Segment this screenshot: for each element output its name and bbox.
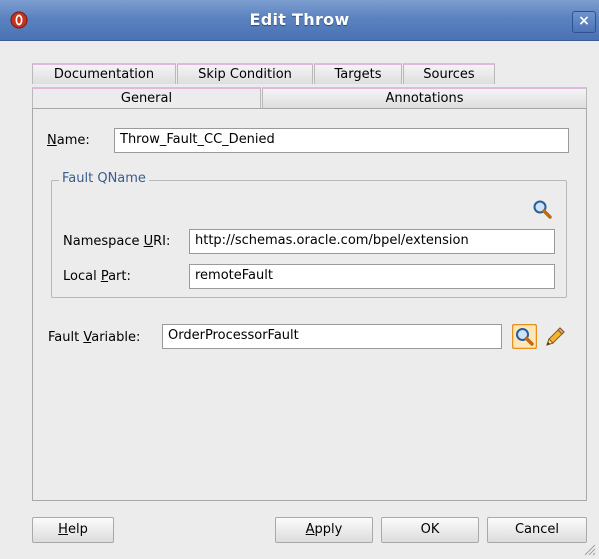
- tab-documentation[interactable]: Documentation: [32, 63, 176, 84]
- search-icon[interactable]: [531, 198, 553, 220]
- local-part-mnemonic: P: [100, 269, 109, 284]
- tab-sources[interactable]: Sources: [403, 63, 495, 84]
- cancel-button[interactable]: Cancel: [487, 517, 587, 543]
- namespace-uri-field[interactable]: http://schemas.oracle.com/bpel/extension: [189, 229, 555, 254]
- help-button[interactable]: Help: [32, 517, 114, 543]
- ok-button[interactable]: OK: [381, 517, 479, 543]
- fault-variable-mnemonic: V: [83, 330, 92, 345]
- tab-general[interactable]: General: [32, 87, 261, 109]
- name-field[interactable]: Throw_Fault_CC_Denied: [114, 128, 569, 153]
- apply-mnemonic: A: [305, 522, 315, 537]
- edit-throw-dialog: Edit Throw × Documentation Skip Conditio…: [0, 0, 599, 559]
- apply-button[interactable]: Apply: [275, 517, 373, 543]
- local-part-label: Local Part:: [63, 269, 131, 284]
- name-label: Name:: [47, 133, 90, 148]
- general-tab-panel: [32, 108, 587, 501]
- fault-variable-label: Fault Variable:: [48, 330, 141, 345]
- namespace-mnemonic: U: [143, 234, 154, 249]
- namespace-uri-label: Namespace URI:: [63, 234, 171, 249]
- local-part-field[interactable]: remoteFault: [189, 264, 555, 289]
- tab-skip-condition[interactable]: Skip Condition: [177, 63, 313, 84]
- title-bar: Edit Throw ×: [0, 0, 599, 41]
- help-mnemonic: H: [58, 522, 68, 537]
- name-mnemonic: N: [47, 133, 57, 148]
- window-title: Edit Throw: [249, 10, 350, 29]
- fault-variable-field[interactable]: OrderProcessorFault: [162, 324, 502, 349]
- resize-grip-icon[interactable]: [584, 544, 596, 556]
- fault-qname-title: Fault QName: [59, 171, 149, 186]
- pencil-icon[interactable]: [543, 325, 567, 349]
- browse-variable-button[interactable]: [512, 324, 537, 349]
- tab-annotations[interactable]: Annotations: [262, 87, 587, 109]
- tab-targets[interactable]: Targets: [314, 63, 402, 84]
- close-button[interactable]: ×: [572, 11, 596, 33]
